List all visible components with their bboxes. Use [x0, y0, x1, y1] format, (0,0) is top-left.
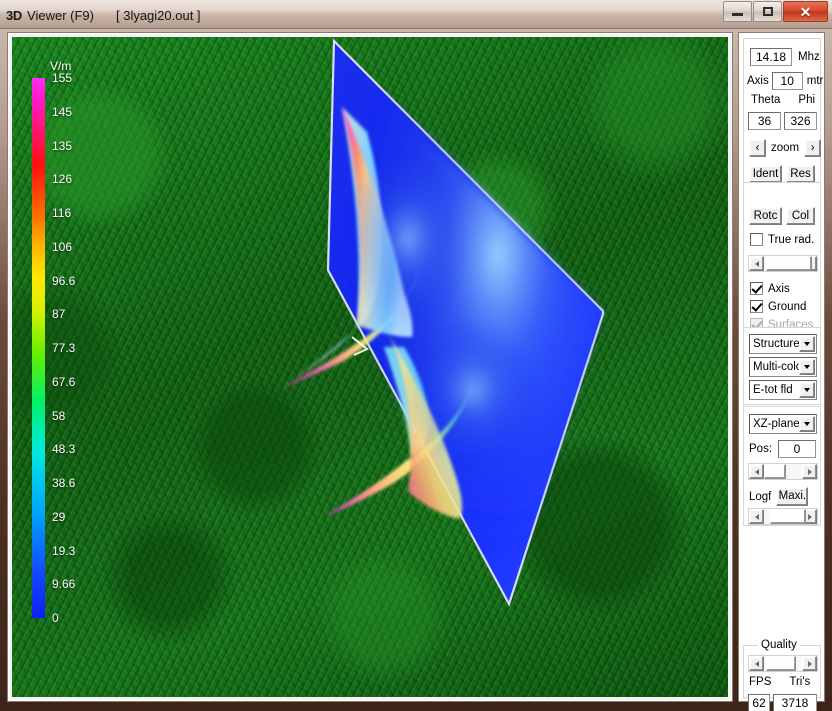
rotc-col-row: Rotc Col — [749, 207, 815, 225]
phi-input[interactable]: 326 — [784, 112, 817, 130]
slider-right-arrow-icon[interactable] — [802, 464, 817, 479]
logf-label: Logf — [749, 490, 772, 503]
maximize-icon — [762, 7, 773, 16]
coloring-dropdown[interactable]: Multi-colo — [749, 357, 817, 377]
tris-label: Tri's — [789, 676, 811, 688]
radiation-pattern-scene — [280, 38, 605, 607]
stats-labels-row: FPS Tri's — [749, 676, 810, 688]
fps-value: 62 — [748, 694, 770, 711]
zoom-label: zoom — [771, 142, 800, 154]
structure-dropdown-value: Structure — [753, 338, 799, 350]
axis-checkbox[interactable]: Axis — [750, 282, 790, 295]
zoom-in-button[interactable]: › — [804, 139, 822, 157]
slider-left-arrow-icon[interactable] — [749, 256, 764, 271]
slider-track[interactable] — [764, 256, 812, 271]
slider-left-arrow-icon[interactable] — [749, 509, 764, 524]
ground-checkbox-box — [750, 300, 763, 313]
axis-label: Axis — [747, 75, 769, 87]
maxi-button[interactable]: Maxi. — [776, 487, 809, 506]
theta-label: Theta — [751, 94, 781, 106]
ground-checkbox-label: Ground — [768, 300, 807, 313]
angle-labels-row: Theta Phi — [751, 94, 815, 106]
ident-button[interactable]: Ident — [749, 165, 782, 183]
slider-track[interactable] — [764, 464, 802, 479]
axis-row: Axis 10 mtr — [747, 72, 823, 90]
display-options-group: Rotc Col True rad. Axis Ground Surfaces — [743, 182, 821, 335]
window-body: V/m 155 145 135 126 116 106 96.6 87 77.3 67.6 58 48… — [0, 28, 832, 711]
structure-dropdown[interactable]: Structure — [749, 334, 817, 354]
app-logo: 3D — [6, 8, 23, 23]
col-button[interactable]: Col — [786, 207, 815, 225]
logf-row: Logf Maxi. — [749, 487, 809, 506]
theta-input[interactable]: 36 — [748, 112, 781, 130]
slice-plane-group: XZ-plane Pos: 0 Logf Maxi. — [743, 406, 821, 526]
axis-checkbox-box — [750, 282, 763, 295]
control-panel: 14.18 Mhz Axis 10 mtr Theta Phi 36 326 ‹… — [739, 33, 824, 711]
axis-checkbox-label: Axis — [768, 282, 790, 295]
slider-thumb[interactable] — [770, 509, 806, 524]
close-icon: ✕ — [799, 3, 812, 20]
slider-track[interactable] — [764, 656, 802, 671]
res-button[interactable]: Res — [786, 165, 815, 183]
maximize-button[interactable] — [753, 1, 782, 22]
viewer-window: 3D Viewer (F9) [ 3lyagi20.out ] ✕ V/m 15… — [0, 0, 832, 711]
fps-label: FPS — [749, 676, 772, 688]
angle-inputs-row: 36 326 — [748, 112, 817, 130]
logf-slider[interactable] — [748, 508, 818, 525]
axis-input[interactable]: 10 — [771, 72, 803, 90]
quality-slider[interactable] — [748, 655, 818, 672]
ground-checkbox[interactable]: Ground — [750, 300, 806, 313]
slider-thumb[interactable] — [766, 656, 796, 671]
3d-viewport[interactable]: V/m 155 145 135 126 116 106 96.6 87 77.3 67.6 58 48… — [12, 37, 728, 697]
render-mode-group: Structure Multi-colo E-tot fld — [743, 327, 821, 405]
pos-input[interactable]: 0 — [778, 440, 817, 458]
coloring-dropdown-value: Multi-colo — [753, 361, 799, 373]
slider-thumb[interactable] — [764, 464, 786, 479]
viewport-frame: V/m 155 145 135 126 116 106 96.6 87 77.3 67.6 58 48… — [8, 33, 732, 701]
quality-group-title: Quality — [758, 639, 800, 651]
true-rad-checkbox-box — [750, 233, 763, 246]
plane-dropdown-value: XZ-plane — [753, 418, 799, 430]
chevron-down-icon[interactable] — [799, 382, 815, 398]
window-file-name: [ 3lyagi20.out ] — [115, 8, 201, 23]
window-controls: ✕ — [722, 1, 828, 22]
title-bar: 3D Viewer (F9) [ 3lyagi20.out ] ✕ — [0, 0, 832, 29]
pos-label: Pos: — [749, 443, 773, 455]
frequency-row: 14.18 Mhz — [750, 48, 820, 66]
window-title: Viewer (F9) — [27, 8, 94, 23]
plane-dropdown[interactable]: XZ-plane — [749, 414, 817, 434]
chevron-down-icon[interactable] — [799, 359, 815, 375]
zoom-row: ‹ zoom › — [749, 139, 822, 157]
axis-unit-label: mtr — [806, 75, 824, 87]
phi-label: Phi — [798, 94, 816, 106]
slider-left-arrow-icon[interactable] — [749, 464, 764, 479]
slider-right-arrow-icon[interactable] — [802, 656, 817, 671]
slider-left-arrow-icon[interactable] — [749, 656, 764, 671]
true-rad-label: True rad. — [768, 233, 815, 246]
tris-value: 3718 — [773, 694, 817, 711]
ident-res-row: Ident Res — [749, 165, 815, 183]
view-settings-group: 14.18 Mhz Axis 10 mtr Theta Phi 36 326 ‹… — [743, 38, 823, 188]
true-rad-checkbox[interactable]: True rad. — [750, 233, 814, 246]
slider-thumb[interactable] — [766, 256, 812, 271]
rotc-button[interactable]: Rotc — [749, 207, 782, 225]
pos-row: Pos: 0 — [749, 440, 817, 458]
quality-group: Quality FPS Tri's 62 3718 — [743, 639, 821, 711]
field-dropdown[interactable]: E-tot fld — [749, 380, 817, 400]
frequency-input[interactable]: 14.18 — [750, 48, 792, 66]
true-rad-slider[interactable] — [748, 255, 818, 272]
chevron-down-icon[interactable] — [799, 416, 815, 432]
slider-track[interactable] — [764, 509, 806, 524]
minimize-button[interactable] — [723, 1, 752, 22]
zoom-out-button[interactable]: ‹ — [749, 139, 766, 157]
close-button[interactable]: ✕ — [783, 1, 828, 22]
chevron-down-icon[interactable] — [799, 336, 815, 352]
frequency-unit-label: Mhz — [798, 51, 820, 63]
stats-values-row: 62 3718 — [748, 694, 817, 711]
field-dropdown-value: E-tot fld — [753, 384, 793, 396]
minimize-icon — [732, 13, 743, 16]
pos-slider[interactable] — [748, 463, 818, 480]
